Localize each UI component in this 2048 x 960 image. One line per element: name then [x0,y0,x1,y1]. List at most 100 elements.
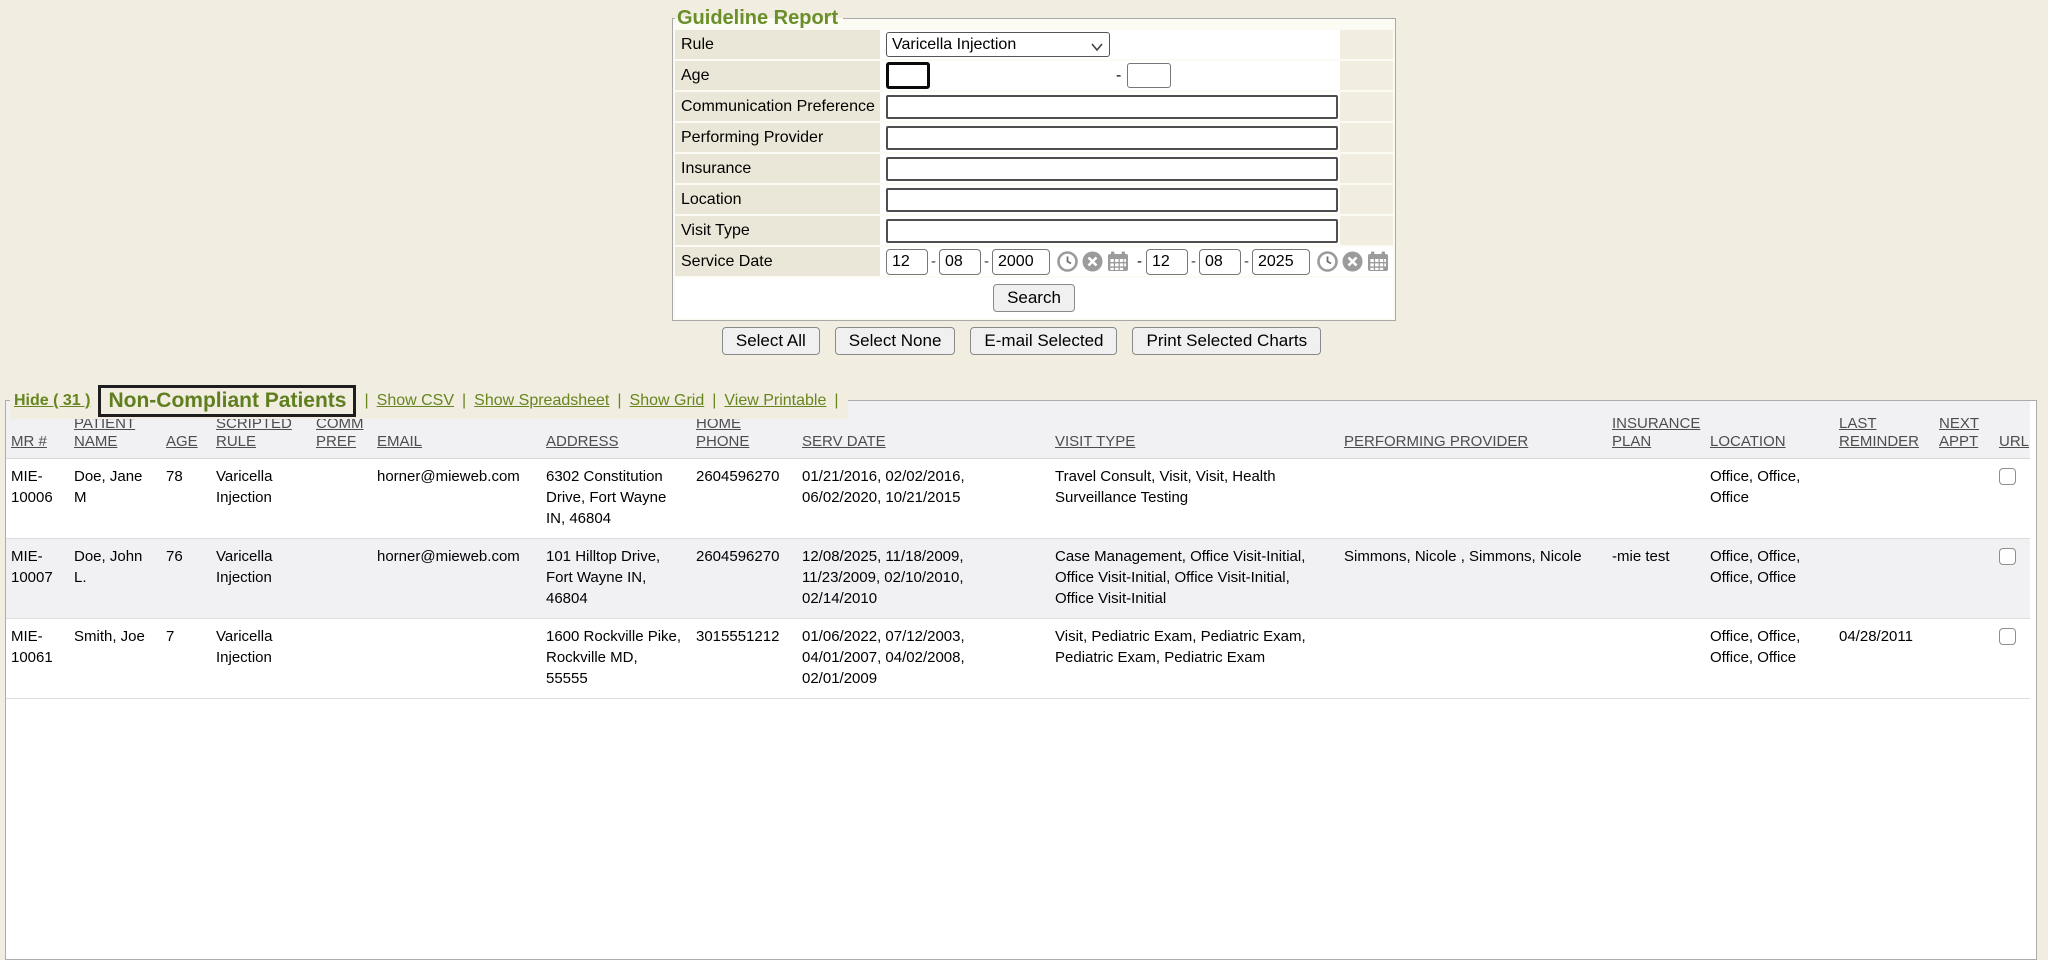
separator: | [617,392,621,410]
insurance-input[interactable] [886,157,1338,181]
age-to-input[interactable] [1127,63,1171,88]
view-printable-link[interactable]: View Printable [724,392,826,410]
cell-next-appt [1934,619,1994,699]
cell-phone: 3015551212 [691,619,797,699]
cell-location: Office, Office, Office, Office [1705,619,1834,699]
cell-email: horner@mieweb.com [372,459,541,539]
cell-comm-pref [311,539,372,619]
cell-email [372,619,541,699]
rule-select[interactable]: Varicella Injection [886,32,1110,57]
select-all-button[interactable]: Select All [722,327,820,355]
selection-actions: Select All Select None E-mail Selected P… [672,327,1371,355]
guideline-report-panel: Guideline Report Rule Varicella Injectio… [672,8,1396,321]
col-header-url[interactable]: URL [1994,401,2030,459]
service-date-to-day-input[interactable] [1199,249,1241,275]
col-header-line: LAST [1839,415,1928,433]
col-header-line: PREF [316,433,366,451]
communication-preference-input[interactable] [886,95,1338,119]
date-dash: - [1244,253,1249,270]
cell-name: Doe, Jane M [69,459,161,539]
row-select-checkbox[interactable] [1999,628,2016,645]
show-spreadsheet-link[interactable]: Show Spreadsheet [474,392,609,410]
cell-visit-type: Case Management, Office Visit-Initial, O… [1050,539,1339,619]
print-selected-charts-button[interactable]: Print Selected Charts [1132,327,1321,355]
service-date-from-day-input[interactable] [939,249,981,275]
email-selected-button[interactable]: E-mail Selected [970,327,1117,355]
age-from-input[interactable] [886,62,930,89]
cell-select [1994,459,2030,539]
clock-icon[interactable] [1317,251,1338,272]
age-range-dash: - [1116,67,1121,85]
age-row: Age - [675,61,1393,90]
rule-label: Rule [675,30,880,59]
section-title: Non-Compliant Patients [98,385,356,417]
patients-section-header: Hide ( 31 ) Non-Compliant Patients | Sho… [10,383,848,419]
visit-type-input[interactable] [886,219,1338,243]
separator: | [364,392,368,410]
patients-table: MR #PATIENTNAMEAGESCRIPTEDRULECOMMPREFEM… [6,401,2030,699]
calendar-icon[interactable] [1367,251,1389,272]
col-header-next-appt[interactable]: NEXTAPPT [1934,401,1994,459]
col-header-last-reminder[interactable]: LASTREMINDER [1834,401,1934,459]
clear-date-icon[interactable] [1082,251,1103,272]
col-header-line: NAME [74,433,155,451]
cell-serv-dates: 01/06/2022, 07/12/2003, 04/01/2007, 04/0… [797,619,1050,699]
visit-type-row: Visit Type [675,216,1393,245]
location-label: Location [675,185,880,214]
service-date-to-group: - - [1146,249,1393,275]
clock-icon[interactable] [1057,251,1078,272]
cell-comm-pref [311,459,372,539]
select-none-button[interactable]: Select None [835,327,956,355]
row-select-checkbox[interactable] [1999,468,2016,485]
col-header-location[interactable]: LOCATION [1705,401,1834,459]
col-header-visit-type[interactable]: VISIT TYPE [1050,401,1339,459]
separator: | [462,392,466,410]
cell-rule: Varicella Injection [211,539,311,619]
col-header-line: ADDRESS [546,433,685,451]
performing-provider-label: Performing Provider [675,123,880,152]
cell-phone: 2604596270 [691,539,797,619]
col-header-line: SERV DATE [802,433,1044,451]
cell-serv-dates: 12/08/2025, 11/18/2009, 11/23/2009, 02/1… [797,539,1050,619]
rule-row: Rule Varicella Injection [675,30,1393,59]
communication-preference-label: Communication Preference [675,92,880,121]
hide-count-link[interactable]: Hide ( 31 ) [14,392,90,410]
cell-email: horner@mieweb.com [372,539,541,619]
service-date-to-month-input[interactable] [1146,249,1188,275]
cell-name: Doe, John L. [69,539,161,619]
cell-last-reminder: 04/28/2011 [1834,619,1934,699]
location-input[interactable] [886,188,1338,212]
service-date-from-year-input[interactable] [992,249,1050,275]
location-row: Location [675,185,1393,214]
cell-address: 6302 Constitution Drive, Fort Wayne IN, … [541,459,691,539]
service-date-to-year-input[interactable] [1252,249,1310,275]
cell-address: 101 Hilltop Drive, Fort Wayne IN, 46804 [541,539,691,619]
cell-rule: Varicella Injection [211,619,311,699]
col-header-performing-provider[interactable]: PERFORMING PROVIDER [1339,401,1607,459]
service-date-from-group: - - [886,249,1133,275]
search-row: Search [675,278,1393,318]
col-header-line: NEXT [1939,415,1988,433]
col-header-line: VISIT TYPE [1055,433,1333,451]
insurance-row: Insurance [675,154,1393,183]
clear-date-icon[interactable] [1342,251,1363,272]
date-dash: - [1191,253,1196,270]
row-select-checkbox[interactable] [1999,548,2016,565]
cell-next-appt [1934,459,1994,539]
search-button[interactable]: Search [993,284,1075,312]
cell-select [1994,539,2030,619]
cell-provider: Simmons, Nicole , Simmons, Nicole [1339,539,1607,619]
col-header-line: AGE [166,433,205,451]
table-row: MIE-10006Doe, Jane M78Varicella Injectio… [6,459,2030,539]
performing-provider-input[interactable] [886,126,1338,150]
guideline-report-legend: Guideline Report [675,8,843,28]
cell-location: Office, Office, Office [1705,459,1834,539]
show-grid-link[interactable]: Show Grid [630,392,705,410]
col-header-insurance-plan[interactable]: INSURANCEPLAN [1607,401,1705,459]
cell-age: 76 [161,539,211,619]
cell-insurance [1607,459,1705,539]
calendar-icon[interactable] [1107,251,1129,272]
show-csv-link[interactable]: Show CSV [377,392,454,410]
col-header-line: RULE [216,433,305,451]
service-date-from-month-input[interactable] [886,249,928,275]
